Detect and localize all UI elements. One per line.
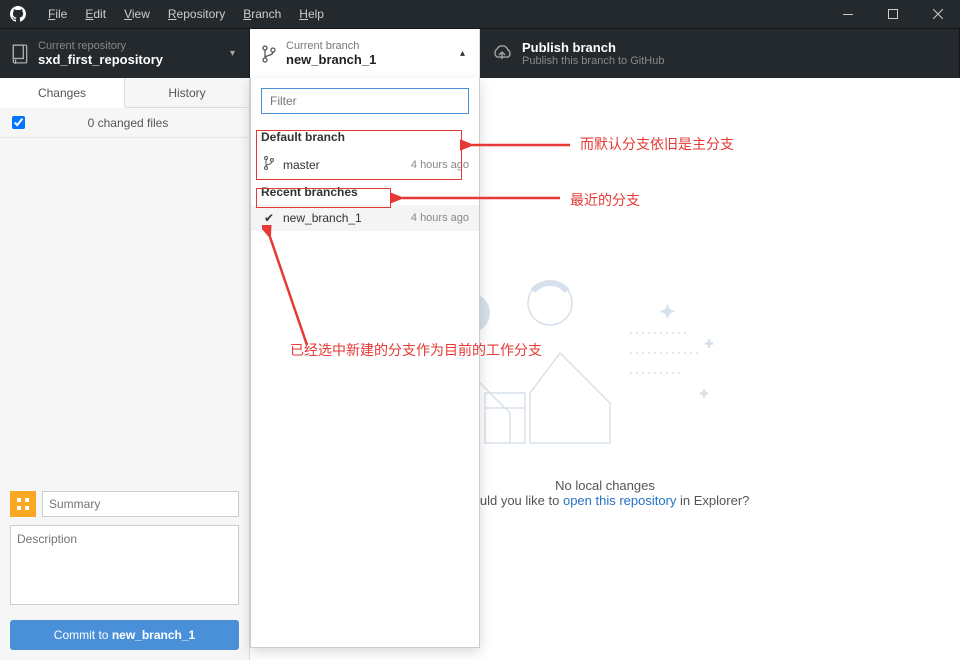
- branch-filter-input[interactable]: [261, 88, 469, 114]
- menu-file[interactable]: File: [40, 3, 75, 25]
- branch-item-master[interactable]: master 4 hours ago: [251, 150, 479, 179]
- svg-text:+: +: [700, 385, 708, 401]
- select-all-checkbox[interactable]: [12, 116, 25, 129]
- window-controls: [825, 0, 960, 28]
- avatar: [10, 491, 36, 517]
- menu-branch[interactable]: Branch: [235, 3, 289, 25]
- publish-branch-button[interactable]: Publish branch Publish this branch to Gi…: [480, 29, 960, 78]
- check-icon: ✔: [261, 211, 277, 225]
- commit-summary-input[interactable]: [42, 491, 239, 517]
- publish-sublabel: Publish this branch to GitHub: [522, 55, 664, 67]
- commit-description-input[interactable]: [10, 525, 239, 605]
- branch-icon: [262, 45, 276, 63]
- menu-edit[interactable]: Edit: [77, 3, 114, 25]
- titlebar: File Edit View Repository Branch Help: [0, 0, 960, 28]
- menu-help[interactable]: Help: [291, 3, 332, 25]
- minimize-button[interactable]: [825, 0, 870, 28]
- branch-name: master: [283, 158, 411, 172]
- branch-icon: [261, 156, 277, 173]
- toolbar: Current repository sxd_first_repository …: [0, 28, 960, 78]
- changes-summary-row: 0 changed files: [0, 108, 249, 138]
- menu-repository[interactable]: Repository: [160, 3, 233, 25]
- menu-bar: File Edit View Repository Branch Help: [40, 3, 332, 25]
- commit-form: Commit to new_branch_1: [0, 481, 249, 660]
- menu-view[interactable]: View: [116, 3, 158, 25]
- changed-files-count: 0 changed files: [37, 116, 249, 130]
- current-branch-selector[interactable]: Current branch new_branch_1: [250, 29, 480, 78]
- publish-label: Publish branch: [522, 40, 664, 55]
- branch-time: 4 hours ago: [411, 212, 469, 224]
- repo-value: sxd_first_repository: [38, 52, 163, 67]
- close-button[interactable]: [915, 0, 960, 28]
- commit-button[interactable]: Commit to new_branch_1: [10, 620, 239, 650]
- github-logo-icon: [10, 6, 26, 22]
- sidebar-tabs: Changes History: [0, 78, 249, 108]
- svg-text:+: +: [705, 335, 713, 351]
- svg-text:✦: ✦: [660, 302, 675, 322]
- publish-icon: [492, 45, 512, 63]
- branch-name: new_branch_1: [283, 211, 411, 225]
- tab-changes[interactable]: Changes: [0, 78, 125, 108]
- default-branch-header: Default branch: [251, 124, 479, 150]
- maximize-button[interactable]: [870, 0, 915, 28]
- recent-branches-header: Recent branches: [251, 179, 479, 205]
- current-repository-selector[interactable]: Current repository sxd_first_repository: [0, 29, 250, 78]
- branch-label: Current branch: [286, 40, 376, 52]
- tab-history[interactable]: History: [125, 78, 249, 107]
- branch-dropdown: Default branch master 4 hours ago Recent…: [250, 78, 480, 648]
- sidebar: Changes History 0 changed files Commit t…: [0, 78, 250, 660]
- branch-time: 4 hours ago: [411, 159, 469, 171]
- open-repository-link[interactable]: open this repository: [563, 493, 676, 508]
- branch-item-new-branch-1[interactable]: ✔ new_branch_1 4 hours ago: [251, 205, 479, 231]
- branch-value: new_branch_1: [286, 52, 376, 67]
- repo-icon: [12, 44, 28, 64]
- repo-label: Current repository: [38, 40, 163, 52]
